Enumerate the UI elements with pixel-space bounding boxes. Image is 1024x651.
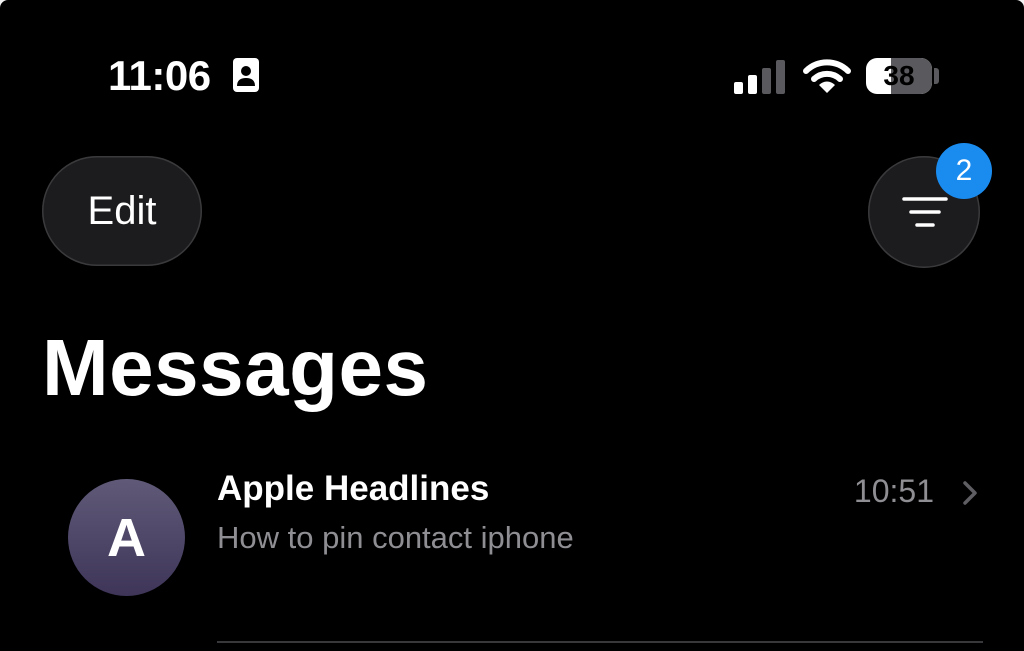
page-title: Messages [42, 323, 429, 412]
row-divider [217, 641, 983, 643]
battery-level: 38 [883, 60, 915, 91]
filter-badge: 2 [936, 143, 992, 199]
filter-lines-icon [902, 197, 948, 227]
status-time: 11:06 [108, 52, 211, 99]
battery-cap [934, 68, 939, 84]
edit-button[interactable]: Edit [42, 156, 202, 266]
person-id-icon [233, 58, 259, 92]
chevron-right-icon [963, 481, 977, 505]
battery-indicator: 38 [866, 58, 932, 94]
conversation-sender: Apple Headlines [217, 469, 490, 508]
messages-screen: 11:06 38 Edit 2 Messages A Apple Headlin… [0, 0, 1024, 651]
conversation-preview: How to pin contact iphone [217, 520, 574, 555]
avatar: A [68, 479, 185, 596]
conversation-time: 10:51 [853, 473, 934, 509]
wifi-icon [803, 59, 851, 93]
conversation-row[interactable]: A Apple Headlines 10:51 How to pin conta… [0, 460, 1024, 651]
cellular-signal-icon [734, 60, 785, 94]
